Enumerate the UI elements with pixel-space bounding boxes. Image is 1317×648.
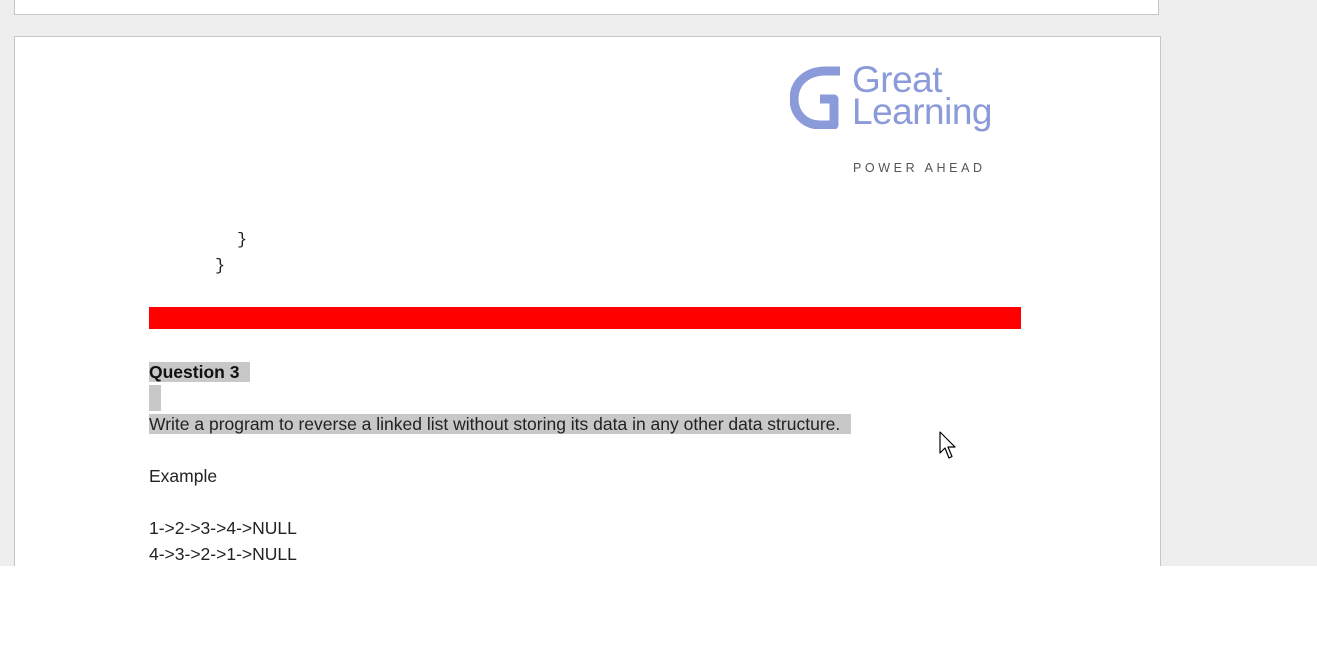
section-divider [149, 307, 1021, 329]
logo-wordmark-learning: Learning [852, 91, 993, 132]
example-label: Example [149, 466, 218, 486]
document-page: Great Learning POWER AHEAD } } Question … [14, 36, 1161, 566]
example-output: 4->3->2->1->NULL [149, 544, 297, 564]
code-closing-brace: } [237, 231, 248, 250]
question-body[interactable]: Write a program to reverse a linked list… [149, 411, 852, 437]
code-closing-brace: } [215, 257, 226, 276]
mouse-cursor-icon [939, 431, 956, 459]
great-learning-logo: Great Learning POWER AHEAD [790, 59, 1030, 175]
document-viewport[interactable]: Great Learning POWER AHEAD } } Question … [0, 0, 1317, 566]
question-body-text: Write a program to reverse a linked list… [149, 414, 852, 434]
selected-empty-line [149, 385, 161, 411]
question-title[interactable]: Question 3 [149, 359, 251, 385]
great-learning-g-logo-icon [790, 66, 840, 129]
previous-page [14, 0, 1159, 15]
question-title-text: Question 3 [149, 362, 251, 382]
example-input: 1->2->3->4->NULL [149, 518, 297, 538]
logo-tagline: POWER AHEAD [853, 161, 986, 175]
